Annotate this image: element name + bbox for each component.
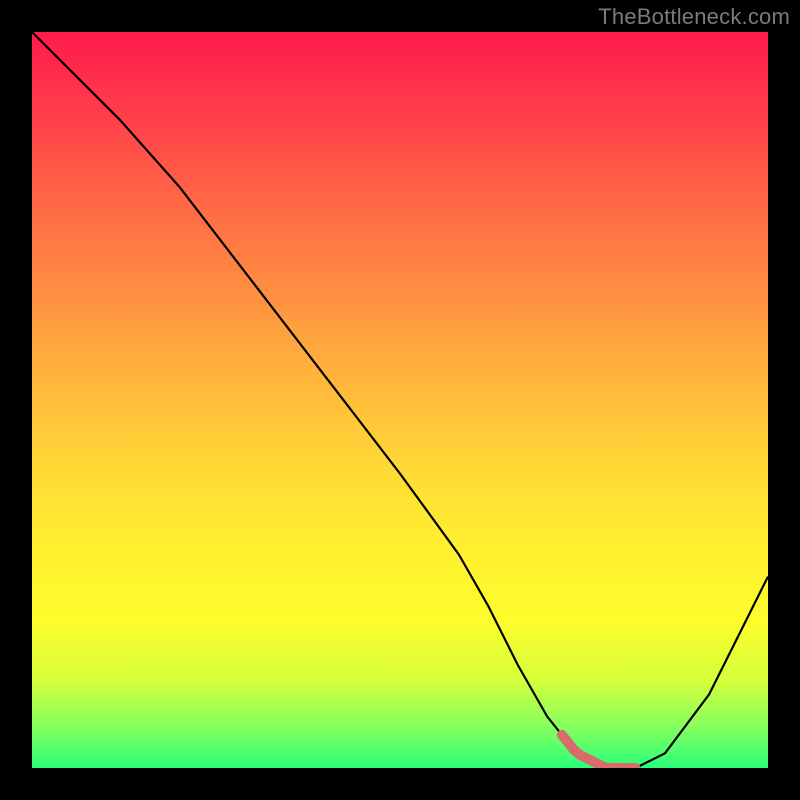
watermark-text: TheBottleneck.com xyxy=(598,4,790,30)
chart-frame: TheBottleneck.com xyxy=(0,0,800,800)
bottleneck-curve xyxy=(32,32,768,768)
highlight-segment xyxy=(562,735,636,768)
plot-area xyxy=(32,32,768,768)
chart-svg xyxy=(32,32,768,768)
